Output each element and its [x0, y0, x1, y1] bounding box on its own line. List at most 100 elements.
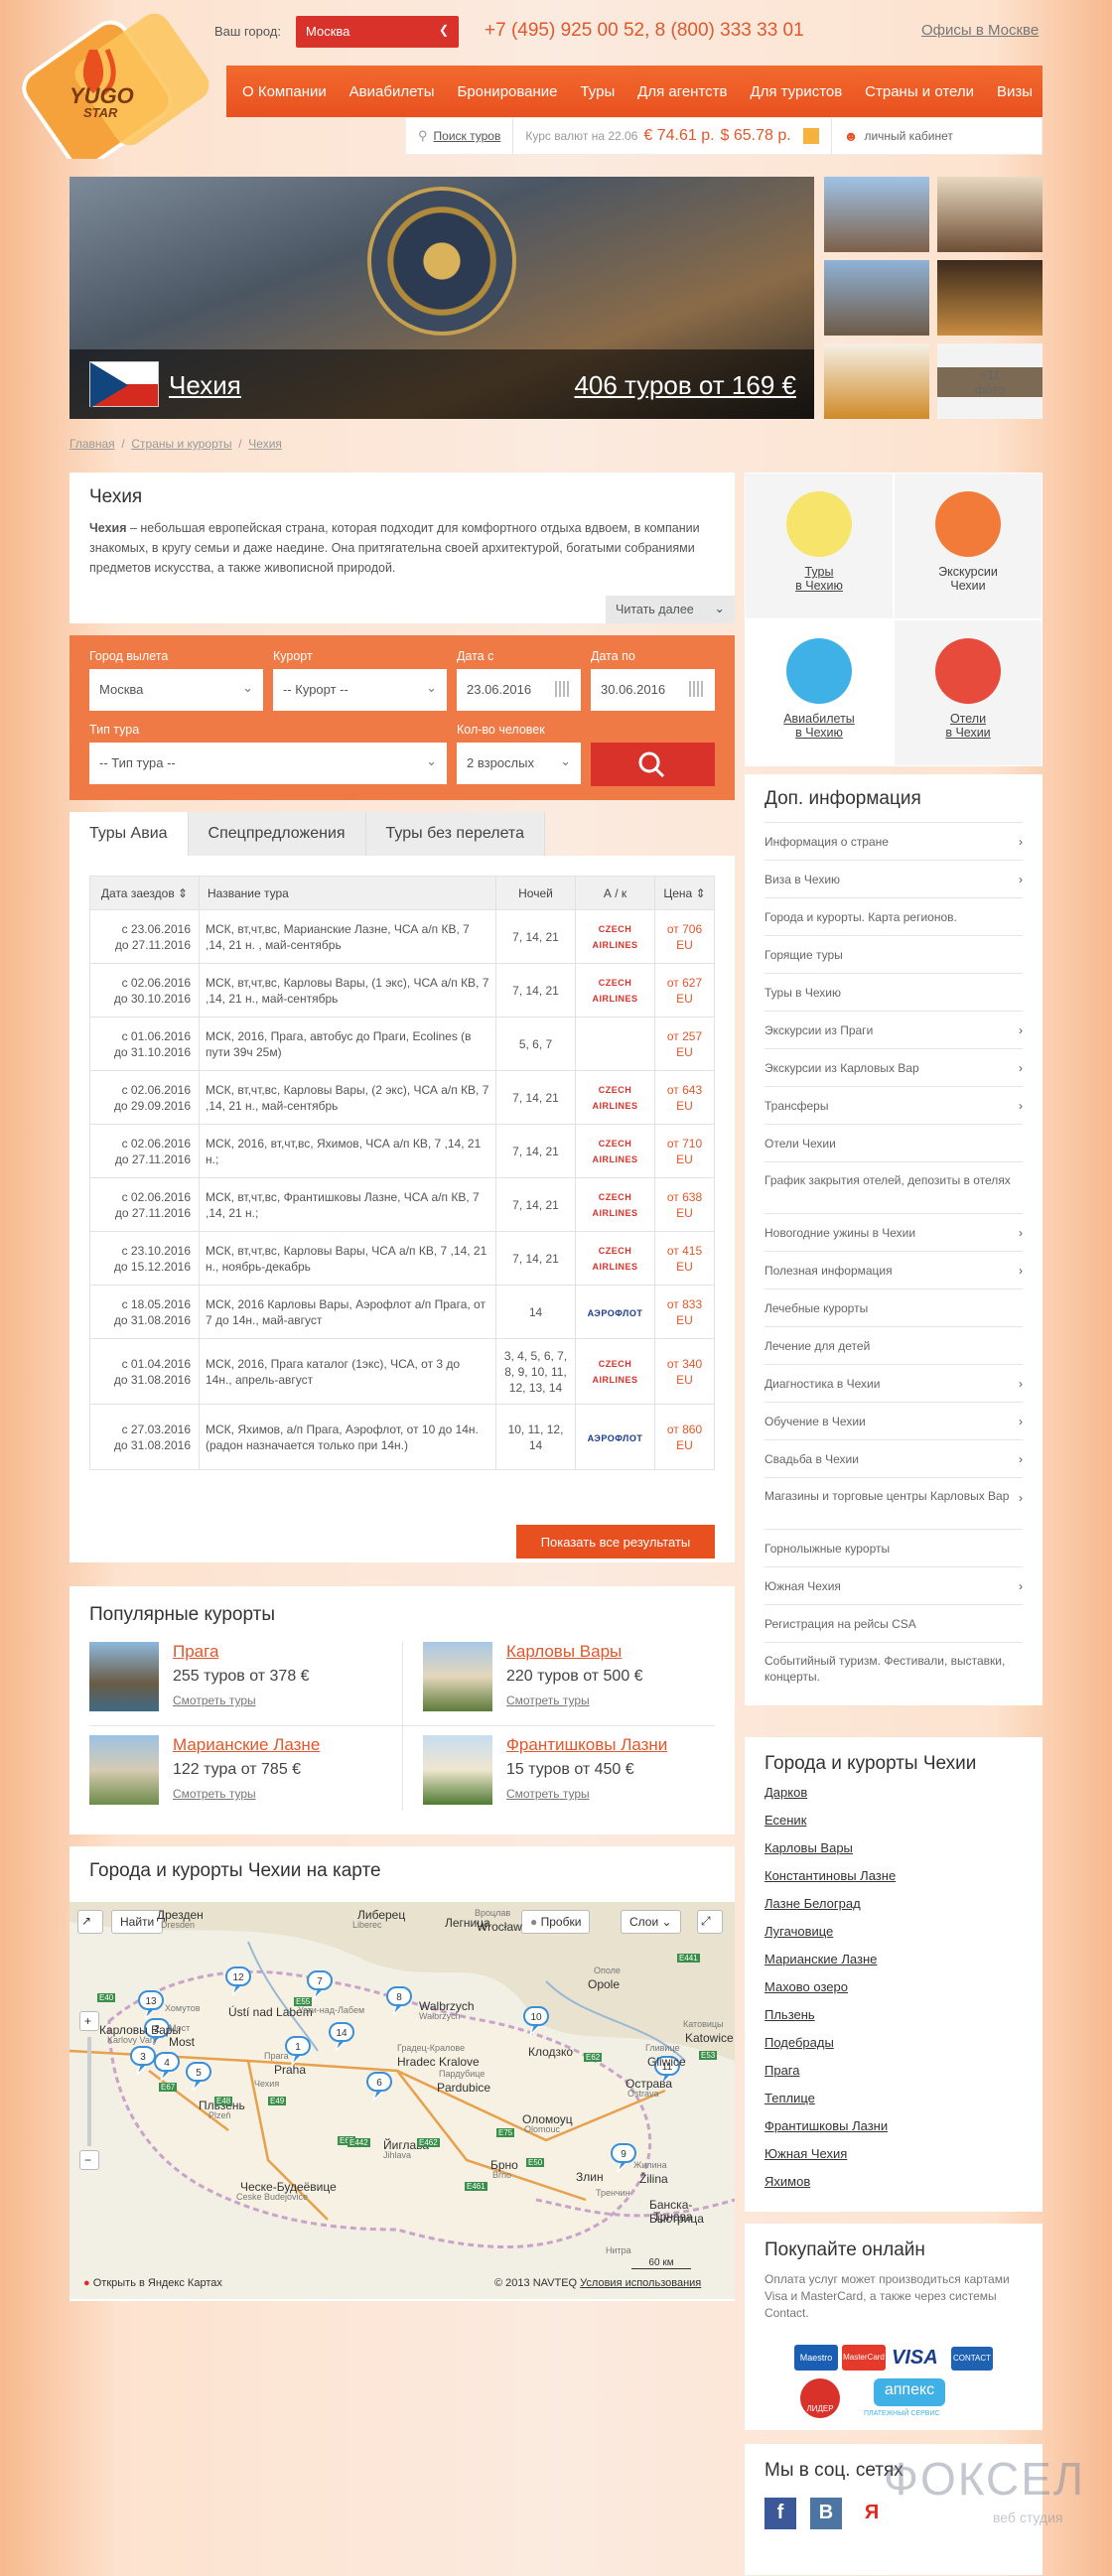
cabinet-link[interactable]: личный кабинет: [864, 129, 952, 143]
calculator-icon[interactable]: [802, 128, 819, 144]
resorts-map[interactable]: 1 2 3 4 5 6 7 8 9 10 11 12 13 14 ↗ Найти ● Пробки Сло…: [70, 1902, 735, 2299]
nav-about[interactable]: О Компании: [242, 83, 327, 100]
nav-visas[interactable]: Визы: [997, 83, 1033, 100]
vk-icon[interactable]: B: [810, 2498, 842, 2529]
table-row[interactable]: с 01.06.2016 до 31.10.2016 МСК, 2016, Праг…: [89, 1017, 715, 1071]
tab-air-tours[interactable]: Туры Авиа: [70, 812, 189, 856]
hero-banner[interactable]: Чехия 406 туров от 169 €: [70, 177, 814, 419]
tile-tours[interactable]: Туры в Чехию: [745, 473, 894, 619]
tour-search-link[interactable]: Поиск туров: [434, 129, 501, 143]
info-link[interactable]: Южная Чехия ›: [764, 1566, 1023, 1604]
city-select[interactable]: Москва ❮: [296, 16, 459, 48]
city-link[interactable]: Прага: [764, 2063, 1023, 2091]
see-tours-link[interactable]: Смотреть туры: [173, 1694, 256, 1707]
table-row[interactable]: с 01.04.2016 до 31.08.2016 МСК, 2016, Праг…: [89, 1338, 715, 1405]
calendar-icon[interactable]: [555, 681, 571, 697]
price-link[interactable]: от 860 EU: [667, 1423, 702, 1452]
tour-type-select[interactable]: -- Тип тура -- ⌄: [89, 743, 447, 784]
resort-select[interactable]: -- Курорт -- ⌄: [273, 669, 447, 711]
info-link[interactable]: Экскурсии из Карловых Вар ›: [764, 1048, 1023, 1086]
photo-thumb[interactable]: [824, 177, 929, 252]
city-link[interactable]: Карловы Вары: [764, 1840, 1023, 1868]
crumb-czech[interactable]: Чехия: [248, 437, 282, 451]
price-link[interactable]: от 415 EU: [667, 1244, 702, 1274]
resort-name-link[interactable]: Марианские Лазне: [173, 1735, 320, 1755]
date-from-input[interactable]: 23.06.2016: [457, 669, 581, 711]
show-all-button[interactable]: Показать все результаты: [516, 1525, 715, 1559]
tour-search[interactable]: ⚲ Поиск туров: [406, 118, 514, 154]
photo-thumb[interactable]: [824, 260, 929, 336]
pointer-tool-icon[interactable]: ↗: [77, 1910, 103, 1934]
table-row[interactable]: с 02.06.2016 до 29.09.2016 МСК, вт,чт,вс, …: [89, 1070, 715, 1125]
city-link[interactable]: Есеник: [764, 1813, 1023, 1840]
price-link[interactable]: от 833 EU: [667, 1297, 702, 1327]
info-link[interactable]: Отели Чехии: [764, 1124, 1023, 1161]
city-link[interactable]: Марианские Лазне: [764, 1952, 1023, 1979]
city-link[interactable]: Теплице: [764, 2091, 1023, 2118]
nav-tourists[interactable]: Для туристов: [750, 83, 842, 100]
see-tours-link[interactable]: Смотреть туры: [173, 1787, 256, 1801]
cabinet[interactable]: ☻ личный кабинет: [832, 118, 965, 154]
hero-country-link[interactable]: Чехия: [169, 370, 241, 401]
price-link[interactable]: от 257 EU: [667, 1029, 702, 1059]
resort-name-link[interactable]: Карловы Вары: [506, 1642, 622, 1662]
city-link[interactable]: Махово озеро: [764, 1979, 1023, 2007]
nav-flights[interactable]: Авиабилеты: [349, 83, 435, 100]
tile-excursions[interactable]: Экскурсии Чехии: [894, 473, 1042, 619]
photo-thumb[interactable]: [824, 343, 929, 419]
nav-tours[interactable]: Туры: [580, 83, 615, 100]
map-layers-button[interactable]: Слои ⌄: [621, 1910, 681, 1934]
price-link[interactable]: от 627 EU: [667, 976, 702, 1006]
info-link[interactable]: Событийный туризм. Фестивали, выставки, …: [764, 1642, 1023, 1694]
open-yandex-link[interactable]: ● Открыть в Яндекс Картах: [83, 2277, 222, 2289]
info-link[interactable]: Свадьба в Чехии ›: [764, 1439, 1023, 1477]
map-marker[interactable]: 10: [523, 2006, 549, 2036]
city-link[interactable]: Лазне Белоград: [764, 1896, 1023, 1924]
zoom-out-button[interactable]: −: [79, 2150, 99, 2170]
info-link[interactable]: Горнолыжные курорты: [764, 1529, 1023, 1566]
city-link[interactable]: Лугачовице: [764, 1924, 1023, 1952]
info-link[interactable]: Информация о стране ›: [764, 822, 1023, 860]
zoom-in-button[interactable]: +: [79, 2011, 99, 2031]
map-traffic-button[interactable]: ● Пробки: [521, 1910, 591, 1934]
city-link[interactable]: Южная Чехия: [764, 2146, 1023, 2174]
col-price[interactable]: Цена ⇕: [654, 876, 715, 910]
price-link[interactable]: от 710 EU: [667, 1137, 702, 1166]
tab-special-offers[interactable]: Спецпредложения: [188, 812, 366, 856]
crumb-home[interactable]: Главная: [70, 437, 115, 451]
info-link[interactable]: Полезная информация ›: [764, 1251, 1023, 1288]
map-find-button[interactable]: Найти: [111, 1910, 164, 1934]
nav-agencies[interactable]: Для агентств: [637, 83, 727, 100]
zoom-slider[interactable]: [87, 2037, 91, 2146]
info-link[interactable]: Лечение для детей: [764, 1326, 1023, 1364]
fullscreen-icon[interactable]: ⤢: [697, 1910, 723, 1934]
info-link[interactable]: Магазины и торговые центры Карловых Вар ›: [764, 1477, 1023, 1529]
resort-name-link[interactable]: Франтишковы Лазни: [506, 1735, 667, 1755]
tile-hotels[interactable]: Отели в Чехии: [894, 619, 1042, 766]
info-link[interactable]: Горящие туры: [764, 935, 1023, 973]
info-link[interactable]: Обучение в Чехии ›: [764, 1402, 1023, 1439]
see-tours-link[interactable]: Смотреть туры: [506, 1694, 590, 1707]
departure-select[interactable]: Москва ⌄: [89, 669, 263, 711]
nav-countries[interactable]: Страны и отели: [865, 83, 974, 100]
price-link[interactable]: от 706 EU: [667, 922, 702, 952]
see-tours-link[interactable]: Смотреть туры: [506, 1787, 590, 1801]
info-link[interactable]: Экскурсии из Праги ›: [764, 1011, 1023, 1048]
city-link[interactable]: Подебрады: [764, 2035, 1023, 2063]
table-row[interactable]: с 02.06.2016 до 27.11.2016 МСК, 2016, вт,ч…: [89, 1124, 715, 1178]
info-link[interactable]: Диагностика в Чехии ›: [764, 1364, 1023, 1402]
price-link[interactable]: от 643 EU: [667, 1083, 702, 1113]
more-photos-button[interactable]: +11 фото: [937, 343, 1042, 419]
info-link[interactable]: Регистрация на рейсы CSA: [764, 1604, 1023, 1642]
logo[interactable]: YUGO STAR: [18, 10, 216, 169]
city-link[interactable]: Дарков: [764, 1785, 1023, 1813]
nav-booking[interactable]: Бронирование: [458, 83, 558, 100]
resort-image[interactable]: [423, 1642, 492, 1711]
photo-thumb[interactable]: [937, 177, 1042, 252]
info-link[interactable]: Трансферы ›: [764, 1086, 1023, 1124]
facebook-icon[interactable]: f: [764, 2498, 796, 2529]
terms-link[interactable]: Условия использования: [580, 2277, 701, 2289]
crumb-countries[interactable]: Страны и курорты: [131, 437, 231, 451]
info-link[interactable]: График закрытия отелей, депозиты в отеля…: [764, 1161, 1023, 1213]
price-link[interactable]: от 638 EU: [667, 1190, 702, 1220]
